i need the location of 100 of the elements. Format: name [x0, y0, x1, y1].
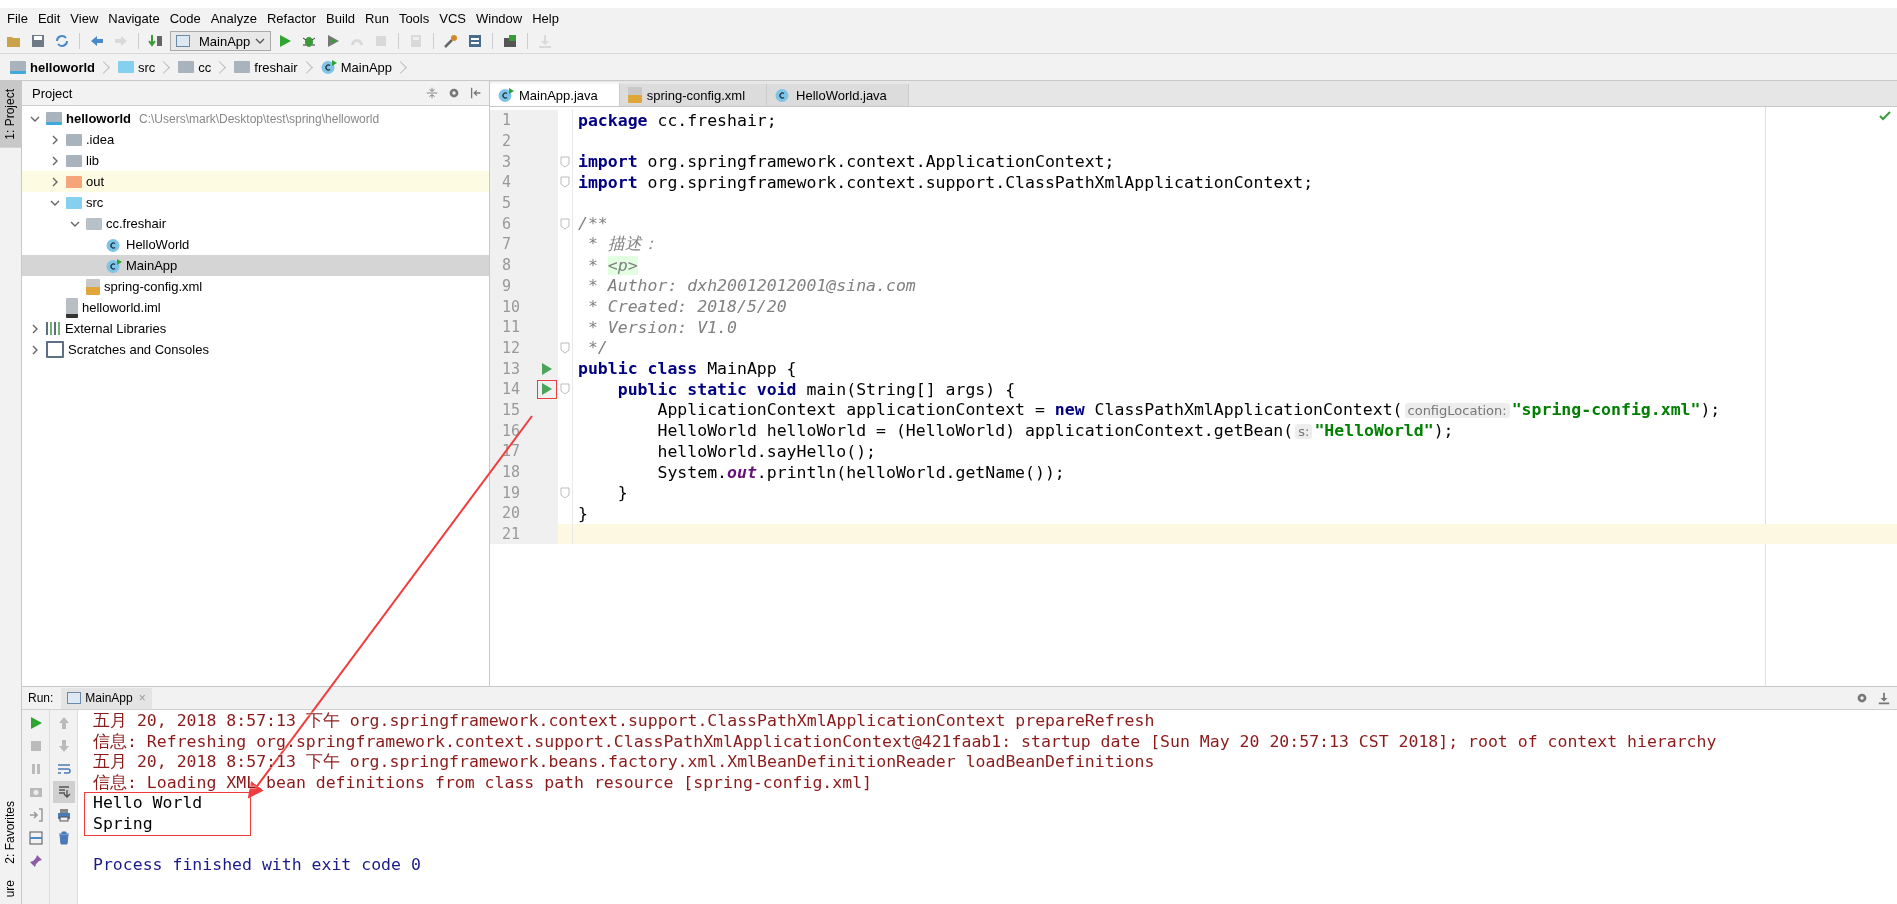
code-text: import org.springframework.context.ApplicationContext; — [578, 152, 1115, 172]
code-text: * Created: 2018/5/20 — [586, 297, 787, 317]
tree-label: src — [86, 195, 104, 210]
project-tool-tab[interactable]: 1: Project — [0, 81, 21, 148]
fold-marker-icon[interactable] — [560, 155, 570, 168]
tree-row[interactable]: MainApp — [22, 255, 489, 276]
tree-label: lib — [86, 153, 99, 168]
menu-item[interactable]: Window — [470, 11, 528, 26]
tree-row[interactable]: .idea — [22, 129, 489, 150]
menu-item[interactable]: Build — [321, 11, 360, 26]
code-text: package cc.freshair; — [578, 110, 777, 130]
tool-window-tab[interactable]: ure — [0, 871, 21, 904]
line-number: 4 — [490, 172, 536, 193]
breadcrumb-label: MainApp — [340, 59, 392, 75]
line-number: 19 — [490, 482, 536, 504]
chevron-right-icon[interactable] — [50, 134, 60, 145]
tree-row[interactable]: lib — [22, 150, 489, 171]
chevron-right-icon[interactable] — [50, 176, 60, 187]
run-configuration-dropdown[interactable]: MainApp — [170, 31, 272, 51]
menu-item[interactable]: Tools — [393, 11, 435, 26]
settings-icon[interactable] — [1855, 691, 1869, 705]
tool-window-tab[interactable]: 2: Favorites — [0, 792, 21, 872]
folder-icon — [66, 133, 82, 146]
menu-item[interactable]: Code — [164, 11, 206, 26]
tree-row[interactable]: Scratches and Consoles — [22, 339, 489, 360]
run-icon[interactable] — [542, 383, 552, 396]
caret-icon — [255, 38, 266, 44]
wrap-icon[interactable] — [55, 761, 72, 777]
tree-label: .idea — [86, 132, 115, 147]
fold-marker-icon[interactable] — [560, 341, 570, 354]
line-number: 2 — [490, 130, 536, 152]
console-line: Spring — [93, 813, 154, 835]
tree-row[interactable]: cc.freshair — [22, 213, 489, 234]
tree-label: HelloWorld — [126, 237, 190, 252]
tree-row[interactable]: External Libraries — [22, 318, 489, 339]
breadcrumb-item[interactable]: cc — [174, 59, 216, 75]
line-number: 21 — [490, 523, 536, 545]
run-tab[interactable]: MainApp × — [61, 687, 152, 709]
settings-icon[interactable] — [447, 86, 461, 100]
exit-icon[interactable] — [27, 807, 44, 823]
folder-icon — [66, 154, 82, 167]
breadcrumb-label: cc — [198, 59, 212, 75]
class-icon — [320, 59, 337, 75]
tree-label: helloworld.iml — [82, 300, 161, 315]
fold-marker-icon[interactable] — [560, 486, 570, 499]
print-icon[interactable] — [55, 807, 72, 823]
menu-item[interactable]: Analyze — [205, 11, 262, 26]
collapse-icon[interactable] — [425, 86, 439, 100]
menu-item[interactable]: Navigate — [103, 11, 165, 26]
code-text: } — [578, 503, 588, 523]
editor-tab[interactable]: HelloWorld.java — [767, 84, 909, 106]
menu-item[interactable]: File — [2, 11, 33, 26]
editor-tab[interactable]: MainApp.java — [490, 82, 620, 106]
code-text: public class MainApp { — [578, 359, 797, 379]
layout-icon[interactable] — [27, 830, 44, 846]
tree-row[interactable]: spring-config.xml — [22, 276, 489, 297]
line-number: 11 — [490, 316, 536, 338]
hide-panel-icon[interactable] — [469, 86, 483, 100]
chevron-right-icon[interactable] — [50, 155, 60, 166]
menu-item[interactable]: Run — [360, 11, 394, 26]
menu-item[interactable]: Help — [527, 11, 564, 26]
menu-item[interactable]: Edit — [32, 11, 66, 26]
tree-row[interactable]: src — [22, 192, 489, 213]
fold-marker-icon[interactable] — [560, 217, 570, 230]
code-text: * Author: dxh20012012001@sina.com — [586, 276, 916, 296]
code-text: } — [616, 483, 628, 503]
breadcrumb-item[interactable]: helloworld — [6, 59, 99, 75]
menu-item[interactable]: Refactor — [261, 11, 322, 26]
run-icon[interactable] — [542, 362, 552, 375]
folder-icon — [46, 341, 64, 358]
breadcrumb-label: src — [138, 59, 156, 75]
tree-row[interactable]: helloworld.iml — [22, 297, 489, 318]
menu-item[interactable]: View — [65, 11, 104, 26]
editor-tab[interactable]: spring-config.xml — [619, 84, 768, 106]
code-text: * 描述： — [586, 233, 659, 256]
line-number: 9 — [490, 275, 536, 297]
download-icon[interactable] — [1877, 691, 1891, 705]
tree-row[interactable]: HelloWorld — [22, 234, 489, 255]
breadcrumb-item[interactable]: src — [114, 59, 160, 75]
code-text: */ — [586, 338, 608, 358]
console-line: 五月 20, 2018 8:57:13 下午 org.springframework.context.support.ClassPathXmlApplicationContext prepareRefresh — [93, 711, 1156, 732]
fold-marker-icon[interactable] — [560, 176, 570, 189]
scroll-to-end-icon[interactable] — [55, 784, 72, 800]
line-number: 1 — [490, 110, 536, 131]
breadcrumb-item[interactable]: MainApp — [316, 59, 396, 75]
tree-label: helloworld — [66, 111, 131, 126]
class-icon — [106, 257, 122, 274]
menu-item[interactable]: VCS — [434, 11, 471, 26]
chevron-right-icon[interactable] — [30, 344, 40, 355]
tree-label: spring-config.xml — [104, 279, 203, 294]
project-view-dropdown[interactable]: Project — [32, 85, 73, 101]
tree-row[interactable]: out — [22, 171, 489, 192]
fold-marker-icon[interactable] — [560, 383, 570, 396]
chevron-right-icon[interactable] — [30, 323, 40, 334]
code-text: /** — [578, 214, 608, 234]
folder-icon — [46, 112, 62, 125]
folder-icon — [66, 196, 82, 209]
breadcrumb-item[interactable]: freshair — [230, 59, 302, 75]
tree-row[interactable]: helloworld C:\Users\mark\Desktop\test\spring\helloworld — [22, 108, 489, 129]
console-line: 信息: Loading XML bean definitions from class path resource [spring-config.xml] — [93, 772, 874, 794]
